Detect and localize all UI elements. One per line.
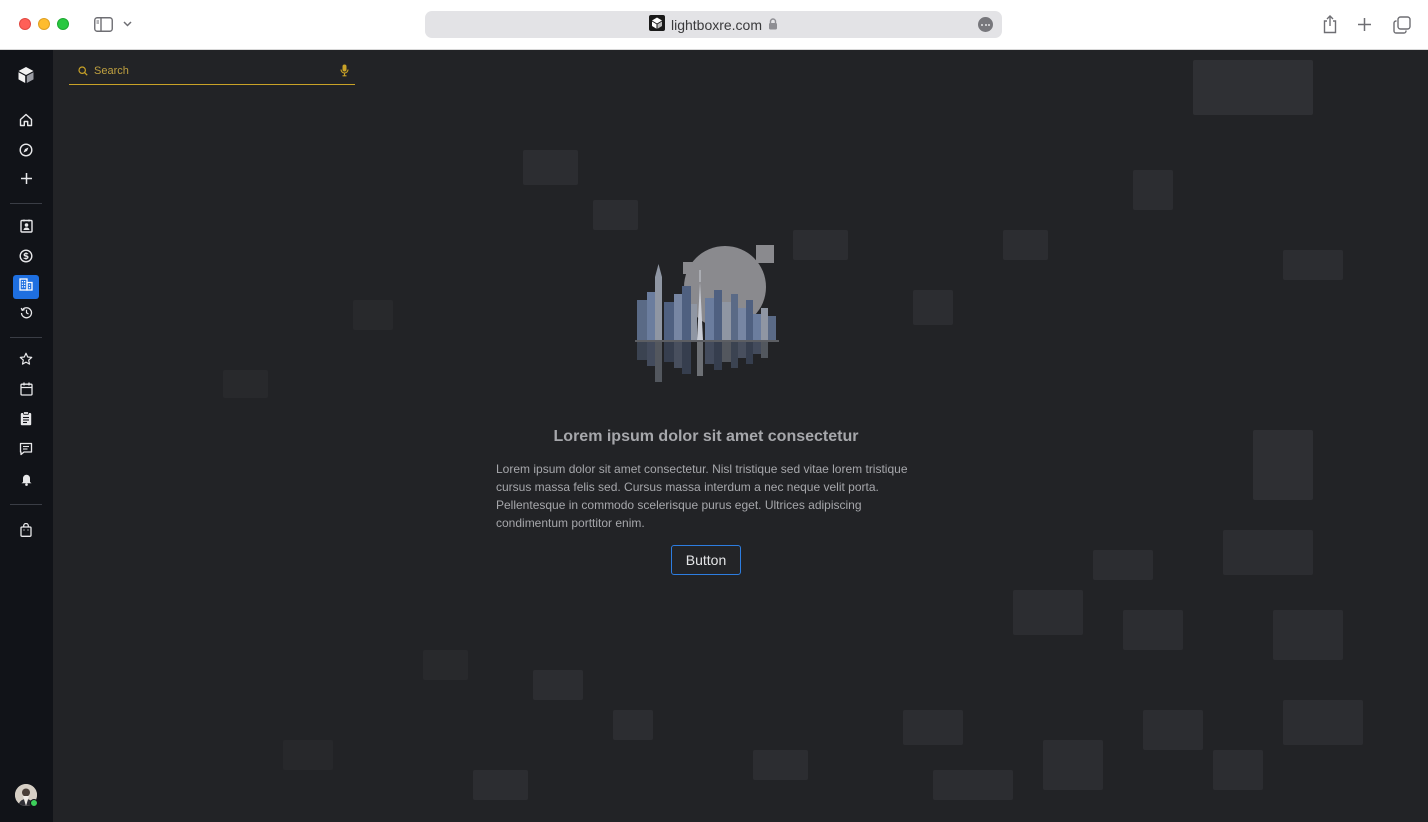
sidebar-divider xyxy=(10,203,42,204)
sidebar-item-finance[interactable]: $ xyxy=(13,246,39,270)
page-menu-icon[interactable] xyxy=(978,17,993,32)
address-bar[interactable]: lightboxre.com xyxy=(425,11,1002,38)
bell-icon xyxy=(20,472,33,491)
empty-state: Lorem ipsum dolor sit amet consectetur L… xyxy=(53,50,1428,822)
share-icon[interactable] xyxy=(1321,14,1339,34)
chevron-down-icon[interactable] xyxy=(121,19,133,29)
sidebar-item-properties[interactable] xyxy=(13,275,39,299)
window-minimize-button[interactable] xyxy=(38,18,50,30)
svg-text:$: $ xyxy=(23,252,29,262)
sidebar-item-contacts[interactable] xyxy=(13,216,39,240)
sidebar-item-tasks[interactable] xyxy=(13,409,39,433)
sidebar-item-favorites[interactable] xyxy=(13,349,39,373)
contact-card-icon xyxy=(19,219,33,238)
main-content: Search Lorem ipsum dolor sit amet consec… xyxy=(53,50,1428,822)
primary-action-button[interactable]: Button xyxy=(671,545,741,575)
app-sidebar: $ xyxy=(0,50,53,822)
clipboard-icon xyxy=(20,411,32,431)
sidebar-item-add[interactable] xyxy=(13,169,39,193)
shopping-bag-icon xyxy=(20,522,32,542)
sidebar-item-marketplace[interactable] xyxy=(13,520,39,544)
chat-icon xyxy=(19,442,33,461)
sidebar-item-calendar[interactable] xyxy=(13,379,39,403)
empty-state-title: Lorem ipsum dolor sit amet consectetur xyxy=(553,428,859,445)
sidebar-item-notifications[interactable] xyxy=(13,469,39,493)
sidebar-divider xyxy=(10,337,42,338)
home-icon xyxy=(19,113,33,132)
sidebar-item-messages[interactable] xyxy=(13,439,39,463)
empty-state-description: Lorem ipsum dolor sit amet consectetur. … xyxy=(496,462,908,530)
sidebar-item-home[interactable] xyxy=(13,110,39,134)
calendar-icon xyxy=(19,382,33,401)
building-icon xyxy=(19,278,33,296)
online-status-indicator xyxy=(30,799,38,807)
plus-icon xyxy=(20,172,33,190)
new-tab-icon[interactable] xyxy=(1356,16,1373,33)
sidebar-item-explore[interactable] xyxy=(13,140,39,164)
site-favicon-icon xyxy=(648,15,665,34)
tab-overview-icon[interactable] xyxy=(1392,15,1411,34)
sidebar-divider xyxy=(10,504,42,505)
history-icon xyxy=(20,306,33,324)
window-close-button[interactable] xyxy=(19,18,31,30)
sidebar-item-history[interactable] xyxy=(13,303,39,327)
compass-icon xyxy=(19,142,33,162)
window-zoom-button[interactable] xyxy=(57,18,69,30)
app-logo-icon[interactable] xyxy=(13,63,39,87)
star-icon xyxy=(19,352,33,371)
browser-toolbar: lightboxre.com xyxy=(0,0,1428,50)
lock-icon xyxy=(768,17,778,33)
address-url: lightboxre.com xyxy=(670,16,763,33)
dollar-circle-icon: $ xyxy=(19,248,33,268)
sidebar-toggle-icon[interactable] xyxy=(93,16,113,33)
city-skyline-illustration xyxy=(633,242,783,382)
